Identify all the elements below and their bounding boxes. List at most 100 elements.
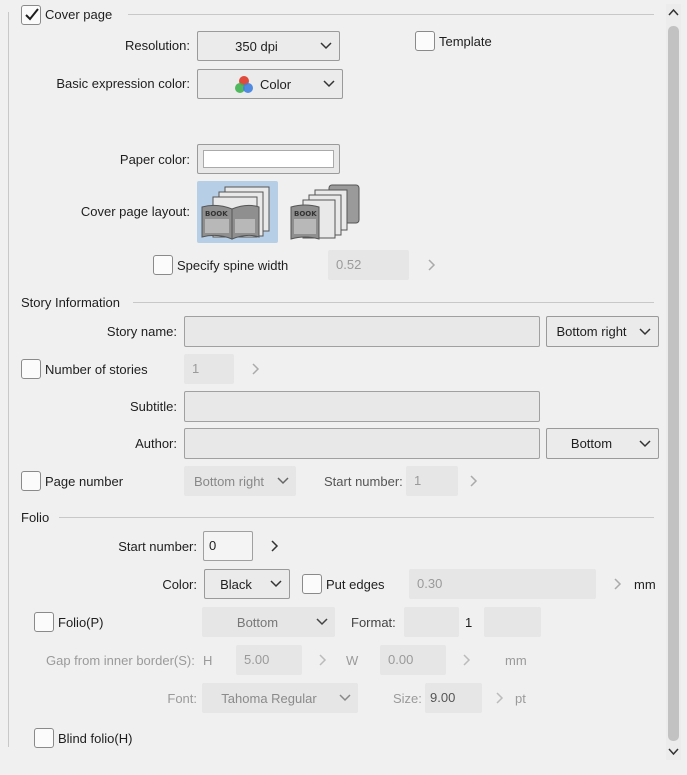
- color-circles-icon: [235, 76, 253, 93]
- gap-h-field[interactable]: 5.00: [236, 645, 302, 675]
- page-start-number-field[interactable]: 1: [406, 466, 458, 496]
- format-prefix-field[interactable]: [404, 607, 459, 637]
- page-number-checkbox[interactable]: [21, 471, 41, 491]
- cover-layout-single-option[interactable]: BOOK: [285, 181, 366, 243]
- folio-start-number-input[interactable]: 0: [203, 531, 253, 561]
- page-start-number-value: 1: [414, 473, 422, 488]
- number-of-stories-field[interactable]: 1: [184, 354, 234, 384]
- resolution-value: 350 dpi: [235, 38, 278, 54]
- page-number-position-value: Bottom right: [193, 473, 265, 489]
- author-position-dropdown[interactable]: Bottom: [546, 428, 659, 459]
- page-start-number-arrow-icon[interactable]: [469, 474, 479, 488]
- number-of-stories-value: 1: [192, 361, 200, 376]
- gap-label: Gap from inner border(S):: [46, 653, 195, 668]
- format-label: Format:: [351, 615, 396, 630]
- gap-w-label: W: [346, 653, 359, 668]
- scroll-up-icon[interactable]: [666, 6, 681, 20]
- svg-text:BOOK: BOOK: [205, 210, 228, 218]
- spine-width-checkbox[interactable]: [153, 255, 173, 275]
- gap-w-field[interactable]: 0.00: [380, 645, 446, 675]
- edges-width-arrow-icon[interactable]: [613, 577, 623, 591]
- book-spread-icon: BOOK: [201, 186, 270, 240]
- gap-w-value: 0.00: [388, 652, 414, 667]
- subtitle-label: Subtitle:: [130, 399, 177, 414]
- resolution-label: Resolution:: [124, 38, 190, 53]
- cover-layout-label: Cover page layout:: [80, 204, 190, 219]
- gap-h-arrow-icon[interactable]: [318, 653, 328, 667]
- edges-width-field[interactable]: 0.30: [409, 569, 596, 599]
- story-name-position-dropdown[interactable]: Bottom right: [546, 316, 659, 347]
- chevron-down-icon: [639, 439, 651, 447]
- folio-section-title: Folio: [21, 510, 50, 525]
- put-edges-label: Put edges: [326, 577, 385, 592]
- cover-separator: [128, 14, 654, 15]
- story-separator: [133, 302, 654, 303]
- folio-start-number-label: Start number:: [118, 539, 197, 554]
- author-input[interactable]: [184, 428, 540, 459]
- scrollbar-thumb[interactable]: [668, 26, 679, 741]
- gap-h-label: H: [203, 653, 213, 668]
- folio-label: Folio(P): [58, 615, 104, 630]
- paper-color-button[interactable]: [197, 144, 340, 174]
- page-number-position-dropdown[interactable]: Bottom right: [184, 466, 296, 496]
- font-value: Tahoma Regular: [221, 690, 317, 706]
- gap-h-value: 5.00: [244, 652, 270, 667]
- page-start-number-label: Start number:: [324, 474, 403, 489]
- spine-width-value: 0.52: [336, 257, 362, 272]
- spine-width-field[interactable]: 0.52: [328, 250, 409, 280]
- folio-color-value: Black: [220, 576, 252, 592]
- edges-width-value: 0.30: [417, 576, 443, 591]
- gap-unit-label: mm: [505, 653, 527, 668]
- panel-left-border: [8, 12, 9, 747]
- paper-color-label: Paper color:: [119, 152, 190, 167]
- number-of-stories-checkbox[interactable]: [21, 359, 41, 379]
- scrollbar-track[interactable]: [666, 4, 681, 760]
- folio-color-dropdown[interactable]: Black: [204, 569, 290, 599]
- resolution-dropdown[interactable]: 350 dpi: [197, 31, 340, 61]
- blind-folio-checkbox[interactable]: [34, 728, 54, 748]
- author-label: Author:: [135, 436, 177, 451]
- chevron-down-icon: [270, 580, 282, 588]
- spine-width-arrow-icon[interactable]: [427, 258, 437, 272]
- folio-color-label: Color:: [162, 577, 197, 592]
- font-dropdown[interactable]: Tahoma Regular: [202, 683, 358, 713]
- scroll-down-icon[interactable]: [666, 744, 681, 758]
- chevron-down-icon: [339, 694, 351, 702]
- number-of-stories-label: Number of stories: [45, 362, 148, 377]
- expression-color-value: Color: [260, 77, 292, 92]
- folio-separator: [59, 517, 654, 518]
- font-label: Font:: [167, 691, 197, 706]
- number-of-stories-arrow-icon[interactable]: [251, 362, 261, 376]
- gap-w-arrow-icon[interactable]: [462, 653, 472, 667]
- folio-checkbox[interactable]: [34, 612, 54, 632]
- folio-position-dropdown[interactable]: Bottom: [202, 607, 335, 637]
- checkmark-icon: [25, 8, 39, 21]
- put-edges-checkbox[interactable]: [302, 574, 322, 594]
- chevron-down-icon: [639, 327, 651, 335]
- chevron-down-icon: [316, 618, 328, 626]
- spine-width-label: Specify spine width: [177, 258, 289, 273]
- size-label: Size:: [393, 691, 422, 706]
- expression-color-label: Basic expression color:: [56, 76, 190, 91]
- chevron-down-icon: [277, 477, 289, 485]
- template-label: Template: [439, 34, 492, 49]
- format-suffix-field[interactable]: [484, 607, 541, 637]
- size-arrow-icon[interactable]: [495, 691, 505, 705]
- story-name-label: Story name:: [106, 324, 177, 339]
- folio-position-value: Bottom: [236, 614, 279, 630]
- format-value: 1: [465, 615, 473, 630]
- expression-color-dropdown[interactable]: Color: [197, 69, 343, 99]
- size-field[interactable]: 9.00: [425, 683, 482, 713]
- story-name-position-value: Bottom right: [556, 324, 627, 339]
- story-name-input[interactable]: [184, 316, 540, 347]
- book-single-icon: BOOK: [290, 184, 360, 240]
- cover-page-label: Cover page: [45, 7, 113, 22]
- cover-page-checkbox[interactable]: [21, 5, 41, 25]
- cover-layout-spread-option[interactable]: BOOK: [197, 181, 278, 243]
- subtitle-input[interactable]: [184, 391, 540, 422]
- author-position-value: Bottom: [570, 436, 613, 451]
- paper-color-swatch: [203, 150, 334, 168]
- folio-start-number-arrow-icon[interactable]: [270, 539, 280, 553]
- edges-unit-label: mm: [634, 577, 656, 592]
- template-checkbox[interactable]: [415, 31, 435, 51]
